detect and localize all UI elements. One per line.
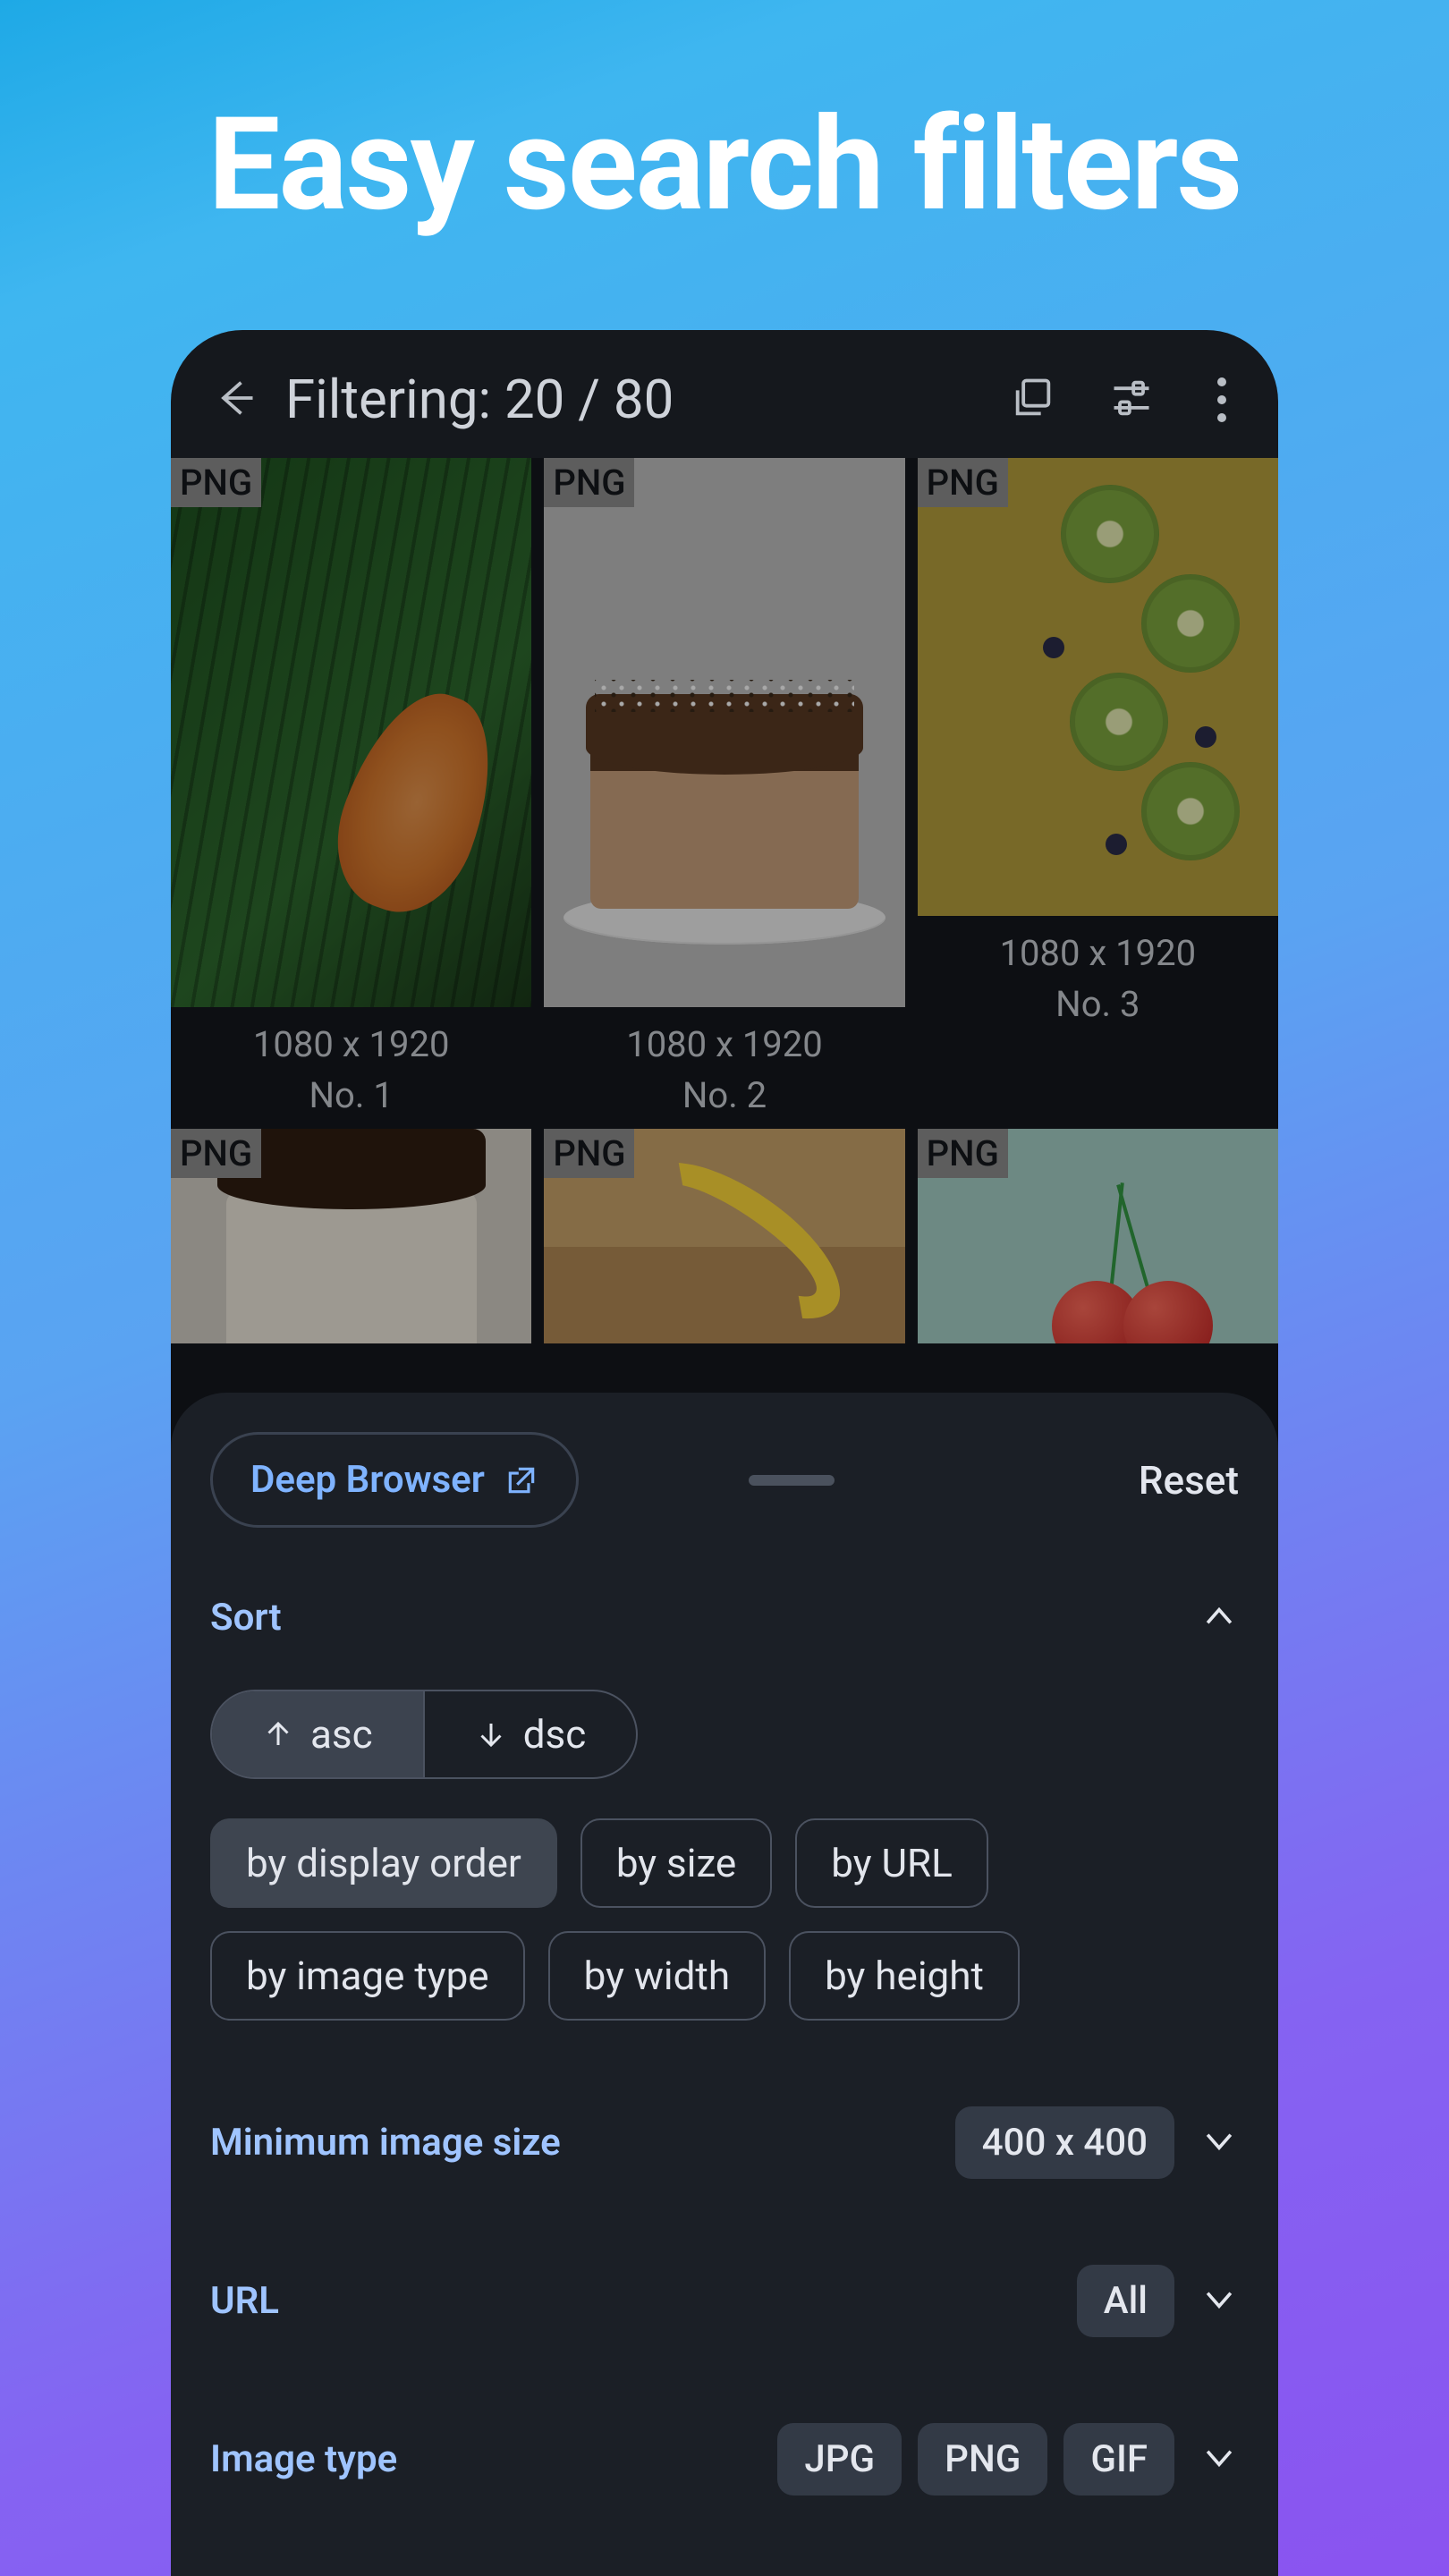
- tile-number: No. 2: [682, 1074, 767, 1116]
- format-badge: PNG: [171, 1129, 261, 1178]
- chip-by-image-type[interactable]: by image type: [210, 1931, 525, 2021]
- chip-by-display-order[interactable]: by display order: [210, 1818, 557, 1908]
- sort-direction-segmented: asc dsc: [210, 1690, 638, 1779]
- min-image-size-row[interactable]: Minimum image size 400 x 400: [210, 2106, 1239, 2179]
- image-type-value: JPG: [777, 2423, 902, 2496]
- deep-browser-label: Deep Browser: [250, 1458, 485, 1502]
- filter-sheet: Deep Browser Reset Sort asc dsc by displ…: [171, 1393, 1278, 2576]
- sort-by-chips: by display order by size by URL by image…: [210, 1818, 1239, 2021]
- multi-select-icon[interactable]: [1010, 375, 1056, 425]
- reset-button[interactable]: Reset: [1139, 1457, 1239, 1504]
- min-image-size-value: 400 x 400: [955, 2106, 1174, 2179]
- chevron-down-icon: [1199, 2122, 1239, 2165]
- min-image-size-label: Minimum image size: [210, 2121, 561, 2165]
- filter-tune-icon[interactable]: [1108, 375, 1155, 425]
- chip-by-height[interactable]: by height: [789, 1931, 1020, 2021]
- tile-number: No. 3: [1055, 983, 1140, 1025]
- tile-number: No. 1: [309, 1074, 394, 1116]
- tile-dimensions: 1080 x 1920: [1000, 932, 1197, 974]
- format-badge: PNG: [918, 458, 1008, 507]
- arrow-up-icon: [262, 1718, 294, 1750]
- sort-asc-button[interactable]: asc: [212, 1691, 423, 1777]
- image-grid: PNG 1080 x 1920 No. 1 PNG 1080 x 1920 No…: [171, 458, 1278, 1343]
- sort-dsc-button[interactable]: dsc: [423, 1691, 637, 1777]
- sort-dsc-label: dsc: [523, 1711, 587, 1758]
- arrow-down-icon: [475, 1718, 507, 1750]
- format-badge: PNG: [544, 1129, 634, 1178]
- chip-by-size[interactable]: by size: [580, 1818, 772, 1908]
- grid-tile[interactable]: PNG 1080 x 1920 No. 3: [918, 458, 1278, 1116]
- url-filter-value: All: [1077, 2265, 1174, 2337]
- url-filter-row[interactable]: URL All: [210, 2265, 1239, 2337]
- hero-title: Easy search filters: [208, 89, 1241, 241]
- format-badge: PNG: [171, 458, 261, 507]
- deep-browser-button[interactable]: Deep Browser: [210, 1432, 579, 1528]
- sheet-drag-handle[interactable]: [749, 1475, 835, 1486]
- grid-tile[interactable]: PNG: [171, 1129, 531, 1343]
- image-type-value: PNG: [918, 2423, 1047, 2496]
- app-topbar: Filtering: 20 / 80: [171, 330, 1278, 458]
- grid-tile[interactable]: PNG 1080 x 1920 No. 1: [171, 458, 531, 1116]
- image-type-value: GIF: [1063, 2423, 1174, 2496]
- chip-by-url[interactable]: by URL: [795, 1818, 988, 1908]
- format-badge: PNG: [918, 1129, 1008, 1178]
- grid-tile[interactable]: PNG: [918, 1129, 1278, 1343]
- image-type-row[interactable]: Image type JPG PNG GIF: [210, 2423, 1239, 2496]
- grid-tile[interactable]: PNG 1080 x 1920 No. 2: [544, 458, 904, 1116]
- tile-dimensions: 1080 x 1920: [253, 1023, 450, 1065]
- open-external-icon: [504, 1463, 538, 1497]
- more-vert-icon[interactable]: [1207, 372, 1237, 428]
- back-icon[interactable]: [212, 375, 258, 425]
- grid-tile[interactable]: PNG: [544, 1129, 904, 1343]
- page-title: Filtering: 20 / 80: [285, 368, 983, 431]
- sort-label: Sort: [210, 1596, 282, 1640]
- format-badge: PNG: [544, 458, 634, 507]
- chip-by-width[interactable]: by width: [548, 1931, 766, 2021]
- sort-section-header[interactable]: Sort: [210, 1596, 1239, 1640]
- sort-asc-label: asc: [310, 1711, 373, 1758]
- chevron-up-icon: [1199, 1597, 1239, 1640]
- chevron-down-icon: [1199, 2280, 1239, 2323]
- device-frame: Filtering: 20 / 80 PNG 1080 x 1920 No. 1: [171, 330, 1278, 2576]
- tile-dimensions: 1080 x 1920: [626, 1023, 823, 1065]
- url-filter-label: URL: [210, 2279, 279, 2323]
- chevron-down-icon: [1199, 2438, 1239, 2481]
- image-type-label: Image type: [210, 2437, 397, 2481]
